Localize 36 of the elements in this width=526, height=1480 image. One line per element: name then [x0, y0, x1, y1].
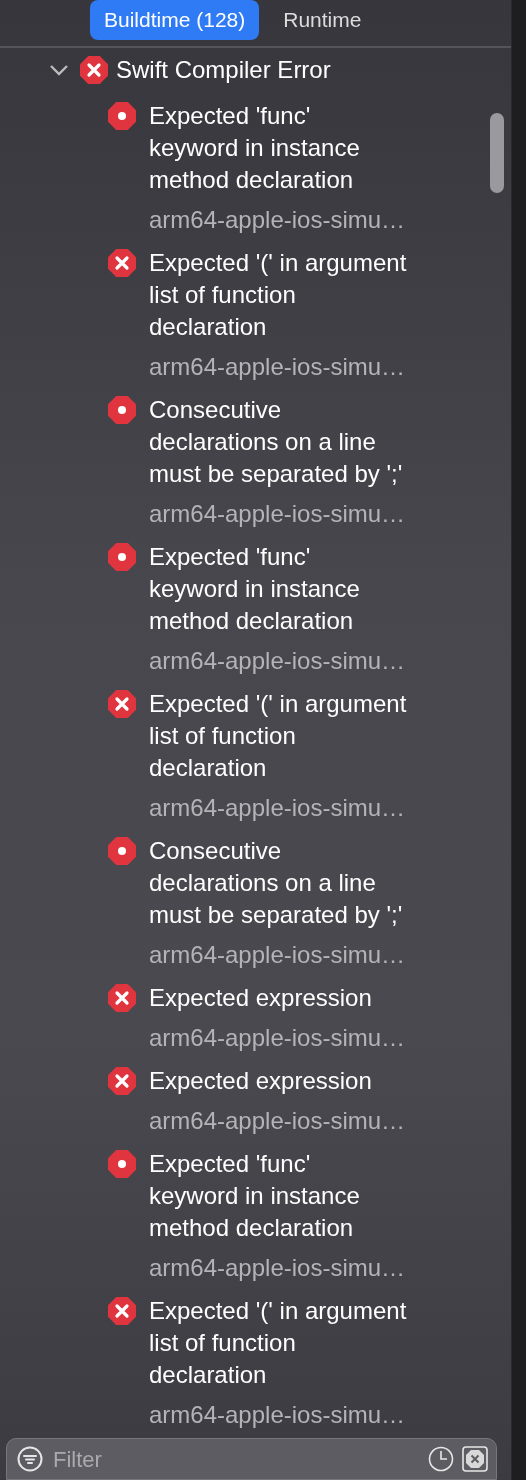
target-name: arm64-apple-ios-simu…	[149, 1401, 406, 1428]
group-title[interactable]: Swift Compiler Error	[116, 52, 331, 88]
error-x-icon	[108, 249, 136, 277]
issue-message[interactable]: Expected expression	[149, 982, 372, 1014]
target-name: arm64-apple-ios-simu…	[149, 941, 406, 968]
issue-message[interactable]: Expected expression	[149, 1065, 372, 1097]
issue-message[interactable]: Expected '(' in argument list of function declaration	[149, 1295, 407, 1391]
issue-message[interactable]: Expected 'func' keyword in instance method declaration	[149, 541, 360, 637]
target-name: arm64-apple-ios-simu…	[149, 206, 406, 233]
issue-message[interactable]: Expected '(' in argument list of function declaration	[149, 247, 407, 343]
issue-message[interactable]: Expected 'func' keyword in instance method declaration	[149, 100, 360, 196]
issue-message[interactable]: Expected '(' in argument list of function declaration	[149, 688, 407, 784]
issue-message[interactable]: Expected 'func' keyword in instance method declaration	[149, 1148, 360, 1244]
clock-icon[interactable]	[428, 1446, 454, 1472]
error-x-icon	[108, 1067, 136, 1095]
filter-icon[interactable]	[17, 1446, 43, 1472]
tab[interactable]: Buildtime (128)	[90, 0, 260, 40]
issue-message[interactable]: Consecutive declarations on a line must be separated by ';'	[149, 835, 403, 931]
chevron-down-icon[interactable]	[48, 63, 70, 77]
error-x-icon	[80, 56, 108, 84]
filter-field[interactable]: Filter	[6, 1438, 497, 1480]
target-name: arm64-apple-ios-simu…	[149, 794, 406, 821]
error-x-icon	[108, 984, 136, 1012]
target-name: arm64-apple-ios-simu…	[149, 500, 406, 527]
filter-input[interactable]: Filter	[51, 1441, 420, 1477]
tab[interactable]: Runtime	[269, 0, 376, 40]
target-name: arm64-apple-ios-simu…	[149, 1024, 406, 1051]
target-name: arm64-apple-ios-simu…	[149, 1107, 406, 1134]
scrollbar-thumb[interactable]	[490, 113, 504, 193]
target-name: arm64-apple-ios-simu…	[149, 353, 406, 380]
target-name: arm64-apple-ios-simu…	[149, 1254, 406, 1281]
issue-message[interactable]: Consecutive declarations on a line must be separated by ';'	[149, 394, 403, 490]
clear-icon[interactable]	[462, 1446, 488, 1472]
error-x-icon	[108, 1297, 136, 1325]
error-x-icon	[108, 690, 136, 718]
target-name: arm64-apple-ios-simu…	[149, 647, 406, 674]
